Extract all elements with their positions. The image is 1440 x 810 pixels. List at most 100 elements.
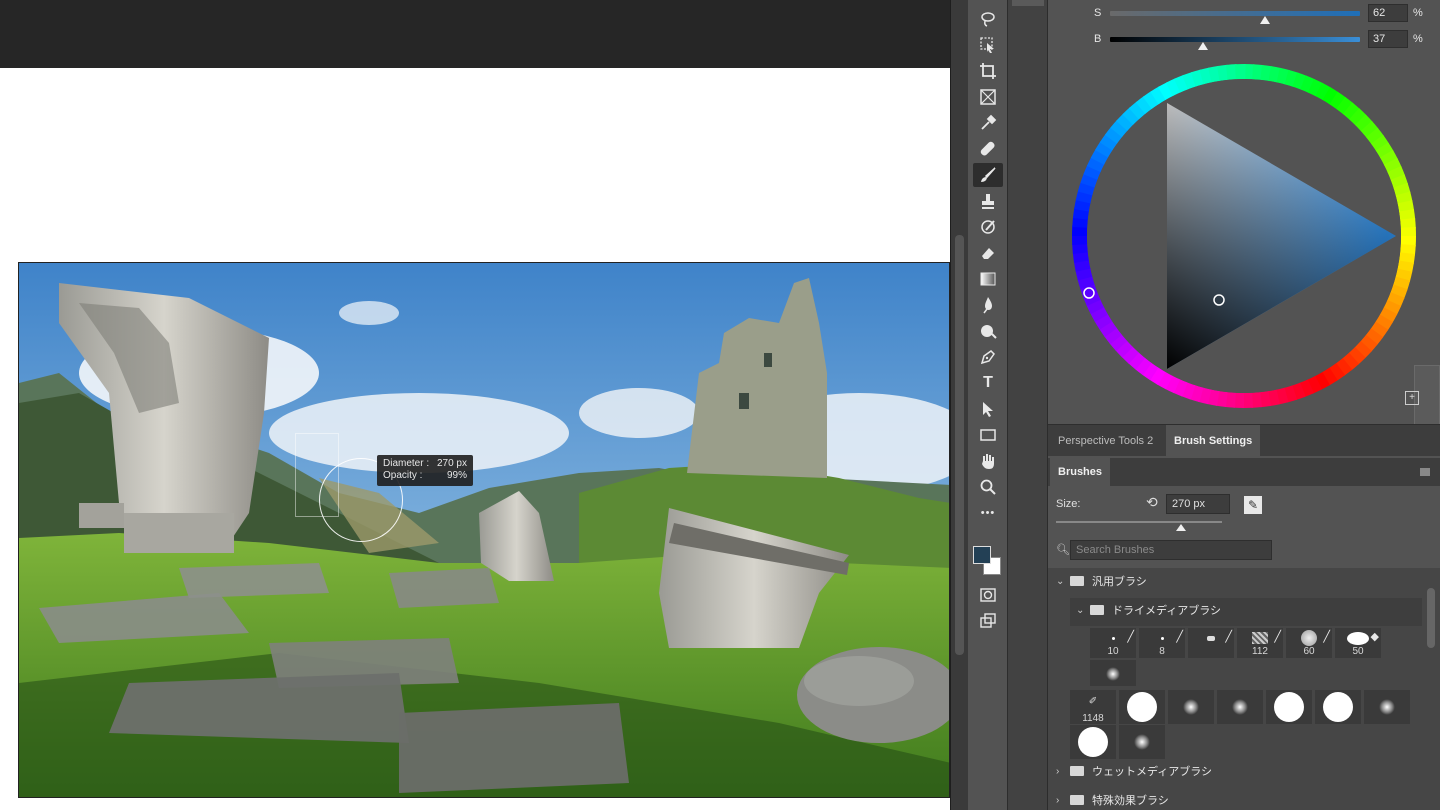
size-label: Size: (1056, 498, 1081, 510)
tab-perspective-tools[interactable]: Perspective Tools 2 (1050, 425, 1161, 457)
saturation-slider-thumb[interactable] (1260, 15, 1270, 24)
type-icon[interactable]: T (973, 371, 1003, 395)
chevron-down-icon[interactable]: ⌄ (1076, 605, 1090, 616)
tab-brushes[interactable]: Brushes (1050, 458, 1111, 486)
foreground-color-swatch[interactable] (973, 546, 991, 564)
hue-ring-segment[interactable] (1400, 226, 1416, 238)
brush-preset[interactable] (1119, 690, 1165, 724)
brush-list-scrollbar[interactable] (1427, 588, 1435, 648)
saturation-slider[interactable] (1110, 10, 1360, 24)
folder-dry-media[interactable]: ⌄ ドライメディアブラシ (1076, 599, 1221, 621)
brush-size: 1148 (1082, 713, 1104, 724)
crop-icon[interactable] (973, 59, 1003, 83)
brightness-label: B (1094, 33, 1102, 45)
folder-icon (1070, 766, 1084, 776)
brush-preset[interactable]: ◆ 50 (1335, 628, 1381, 658)
expand-icon[interactable]: + (1405, 391, 1419, 405)
brush-preset[interactable]: ╱ 10 (1090, 628, 1136, 658)
clone-stamp-icon[interactable] (973, 189, 1003, 213)
eraser-icon[interactable] (973, 241, 1003, 265)
folder-special-effects[interactable]: › 特殊効果ブラシ (1056, 789, 1169, 810)
rectangle-icon[interactable] (973, 423, 1003, 447)
zoom-icon[interactable] (973, 475, 1003, 499)
landscape-ruins-painting (19, 263, 949, 797)
size-slider-thumb[interactable] (1175, 524, 1186, 531)
eyedropper-icon[interactable] (973, 111, 1003, 135)
brush-preset[interactable] (1070, 725, 1116, 759)
folder-general[interactable]: ⌄ 汎用ブラシ (1056, 570, 1147, 592)
brush-preset[interactable]: ╱ 60 (1286, 628, 1332, 658)
brush-preset[interactable] (1119, 725, 1165, 759)
chevron-down-icon[interactable]: ⌄ (1056, 576, 1070, 587)
eraser-small-icon: ◆ (1370, 631, 1379, 643)
brush-tree: ⌄ 汎用ブラシ ⌄ ドライメディアブラシ ╱ 10 ╱ 8 ╱ ╱ 112 ╱ 60 ◆… (1048, 568, 1440, 810)
pencil-icon: ╱ (1176, 631, 1183, 643)
brush-edit-icon[interactable]: ✎ (1244, 496, 1262, 514)
size-input[interactable]: 270 px (1166, 494, 1230, 514)
brush-size-tooltip: Diameter : 270 px Opacity : 99% (377, 455, 473, 486)
saturation-label: S (1094, 7, 1102, 19)
lasso-icon[interactable] (973, 7, 1003, 31)
panel-menu-icon[interactable] (1420, 468, 1430, 476)
brush-preset[interactable] (1315, 690, 1361, 724)
brush-size: 50 (1352, 646, 1364, 657)
diameter-label: Diameter : (383, 458, 430, 469)
brush-search: 🔍︎ (1056, 540, 1272, 560)
brush-icon[interactable] (973, 163, 1003, 187)
healing-brush-icon[interactable] (973, 137, 1003, 161)
folder-icon (1070, 795, 1084, 805)
brush-preset[interactable] (1217, 690, 1263, 724)
brightness-slider-thumb[interactable] (1197, 41, 1208, 50)
pen-icon[interactable] (973, 345, 1003, 369)
hand-icon[interactable] (973, 449, 1003, 473)
brush-size: 8 (1159, 646, 1165, 657)
brush-preset[interactable] (1090, 660, 1136, 686)
gradient-icon[interactable] (973, 267, 1003, 291)
folder-general-label: 汎用ブラシ (1092, 576, 1147, 588)
size-slider[interactable] (1056, 521, 1222, 531)
hue-ring-segment[interactable] (1234, 64, 1246, 80)
brightness-input[interactable]: 37 (1368, 30, 1408, 48)
folder-icon (1090, 605, 1104, 615)
quick-mask-icon[interactable] (973, 583, 1003, 607)
pencil-icon: ╱ (1274, 631, 1281, 643)
screen-mode-icon[interactable] (973, 609, 1003, 633)
pencil-icon: ╱ (1127, 631, 1134, 643)
reset-size-icon[interactable]: ⟲ (1146, 494, 1158, 511)
brush-preset[interactable]: ╱ 8 (1139, 628, 1185, 658)
canvas-scrollbar[interactable] (950, 0, 968, 810)
brush-preset[interactable] (1266, 690, 1312, 724)
object-select-icon[interactable] (973, 33, 1003, 57)
hue-ring-segment[interactable] (1072, 234, 1088, 246)
brush-stroke-icon: ✐ (1088, 695, 1098, 707)
search-brushes-input[interactable] (1070, 540, 1272, 560)
folder-wet-media[interactable]: › ウェットメディアブラシ (1056, 760, 1212, 782)
brightness-slider[interactable] (1110, 36, 1360, 50)
blur-icon[interactable] (973, 293, 1003, 317)
dock-tab[interactable] (1012, 0, 1044, 6)
right-panel: S 62 % B 37 % + Perspective Tools 2 Brus… (1048, 0, 1440, 810)
color-wheel[interactable] (1068, 60, 1420, 412)
more-icon[interactable]: ••• (973, 501, 1003, 525)
brush-size: 112 (1252, 646, 1268, 657)
tab-brush-settings[interactable]: Brush Settings (1166, 425, 1261, 457)
dodge-icon[interactable] (973, 319, 1003, 343)
chevron-right-icon[interactable]: › (1056, 795, 1070, 806)
hue-ring-segment[interactable] (1242, 392, 1254, 408)
chevron-right-icon[interactable]: › (1056, 766, 1070, 777)
history-brush-icon[interactable] (973, 215, 1003, 239)
path-select-icon[interactable] (973, 397, 1003, 421)
brush-preset[interactable]: ╱ 112 (1237, 628, 1283, 658)
saturation-input[interactable]: 62 (1368, 4, 1408, 22)
brush-preset[interactable] (1364, 690, 1410, 724)
scrollbar-thumb[interactable] (955, 235, 964, 655)
brush-size-row: Size: ⟲ 270 px ✎ (1056, 494, 1436, 516)
diameter-value: 270 px (436, 458, 467, 469)
frame-icon[interactable] (973, 85, 1003, 109)
artwork-image[interactable] (18, 262, 950, 798)
saturation-unit: % (1413, 7, 1423, 19)
brush-preset[interactable]: ✐ 1148 (1070, 690, 1116, 724)
photoshop-window: Diameter :270 px Opacity :99% T ••• S 62… (0, 0, 1440, 810)
brush-preset[interactable]: ╱ (1188, 628, 1234, 658)
brush-preset[interactable] (1168, 690, 1214, 724)
